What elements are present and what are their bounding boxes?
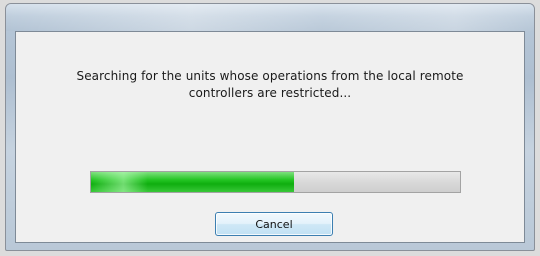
dialog-client-area: Searching for the units whose operations… bbox=[15, 31, 525, 243]
progress-bar bbox=[90, 171, 461, 193]
status-message: Searching for the units whose operations… bbox=[16, 68, 524, 102]
search-dialog-window: Searching for the units whose operations… bbox=[5, 3, 535, 251]
progress-bar-fill bbox=[91, 172, 294, 192]
title-bar[interactable] bbox=[6, 4, 534, 31]
cancel-button[interactable]: Cancel bbox=[215, 212, 333, 236]
status-message-line-2: controllers are restricted... bbox=[188, 86, 352, 100]
status-message-line-1: Searching for the units whose operations… bbox=[76, 69, 464, 83]
